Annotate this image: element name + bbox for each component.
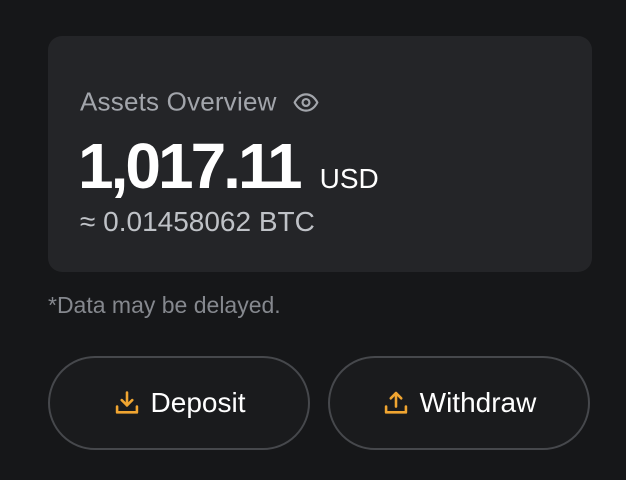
withdraw-button[interactable]: Withdraw — [328, 356, 590, 450]
balance-row: 1,017.11 USD — [78, 134, 379, 198]
download-icon — [113, 389, 141, 417]
eye-icon[interactable] — [293, 89, 319, 115]
card-title: Assets Overview — [80, 86, 277, 117]
deposit-label: Deposit — [150, 387, 246, 418]
card-header: Assets Overview — [80, 87, 319, 118]
withdraw-label: Withdraw — [419, 387, 537, 418]
upload-icon — [382, 389, 410, 417]
balance-value: 1,017.11 — [78, 130, 303, 202]
deposit-button[interactable]: Deposit — [48, 356, 310, 450]
assets-overview-card: Assets Overview 1,017.11 USD ≈ 0.0145806… — [48, 36, 592, 272]
btc-equivalent: ≈ 0.01458062 BTC — [80, 206, 315, 237]
data-delay-disclaimer: *Data may be delayed. — [48, 292, 281, 318]
balance-currency: USD — [319, 163, 379, 194]
